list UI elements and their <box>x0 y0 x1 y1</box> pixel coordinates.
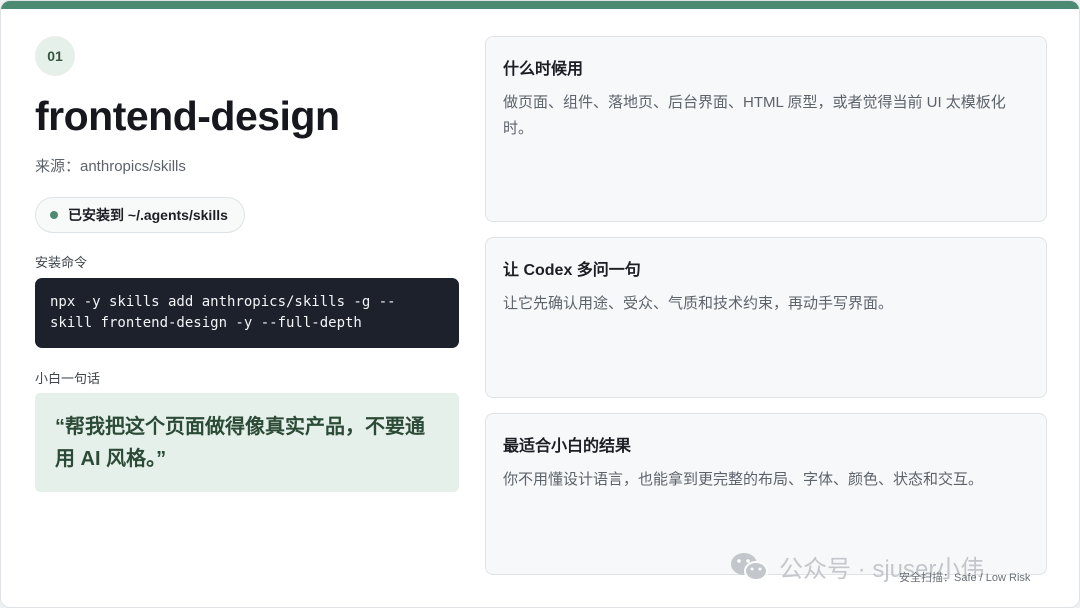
install-label: 安装命令 <box>35 255 88 270</box>
page-title: frontend-design <box>35 93 340 139</box>
slide: 01 frontend-design 来源：anthropics/skills … <box>0 0 1080 608</box>
top-accent-bar <box>1 1 1079 9</box>
source-text: 来源：anthropics/skills <box>35 158 186 175</box>
status-dot-icon <box>50 211 58 219</box>
card-body: 做页面、组件、落地页、后台界面、HTML 原型，或者觉得当前 UI 太模板化时。 <box>503 94 1006 137</box>
slide-number-badge: 01 <box>35 36 75 76</box>
card-title: 让 Codex 多问一句 <box>503 262 641 279</box>
quote-label: 小白一句话 <box>35 371 101 386</box>
card-ask-codex: 让 Codex 多问一句 让它先确认用途、受众、气质和技术约束，再动手写界面。 <box>485 237 1047 398</box>
card-body: 你不用懂设计语言，也能拿到更完整的布局、字体、颜色、状态和交互。 <box>503 471 984 488</box>
card-body: 让它先确认用途、受众、气质和技术约束，再动手写界面。 <box>503 295 894 312</box>
status-badge: 已安装到 ~/.agents/skills <box>35 197 245 233</box>
wechat-icon <box>731 552 768 581</box>
status-text: 已安装到 ~/.agents/skills <box>68 207 228 223</box>
card-title: 什么时候用 <box>503 61 584 78</box>
install-command-code[interactable]: npx -y skills add anthropics/skills -g -… <box>35 278 459 348</box>
security-scan-note: 安全扫描：Safe / Low Risk <box>899 572 1031 584</box>
quote-box: “帮我把这个页面做得像真实产品，不要通用 AI 风格。” <box>35 393 459 492</box>
card-when-to-use: 什么时候用 做页面、组件、落地页、后台界面、HTML 原型，或者觉得当前 UI … <box>485 36 1047 222</box>
card-title: 最适合小白的结果 <box>503 438 632 455</box>
